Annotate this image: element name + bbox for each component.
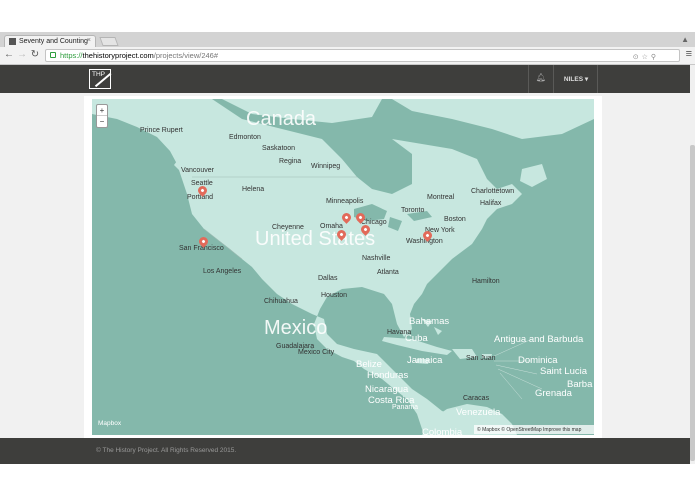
region-label: Colombia bbox=[422, 427, 463, 438]
city-label: Minneapolis bbox=[326, 198, 364, 205]
city-label: Prince Rupert bbox=[140, 127, 183, 134]
zoom-control: + − bbox=[96, 104, 108, 128]
forward-icon[interactable]: → bbox=[16, 49, 28, 60]
user-menu[interactable]: NILES ▾ bbox=[555, 65, 598, 93]
city-label: Nashville bbox=[362, 255, 391, 262]
url-scheme: https:// bbox=[60, 51, 83, 60]
region-label: Jamaica bbox=[407, 355, 443, 366]
region-label: Belize bbox=[356, 359, 382, 370]
zoom-in-button[interactable]: + bbox=[97, 105, 107, 116]
region-label: Venezuela bbox=[456, 407, 501, 418]
country-label-canada: Canada bbox=[246, 108, 317, 130]
back-icon[interactable]: ← bbox=[3, 49, 15, 60]
city-label: Regina bbox=[279, 158, 302, 165]
browser-tab[interactable]: Seventy and Counting × bbox=[4, 35, 96, 47]
menu-icon[interactable]: ≡ bbox=[686, 48, 692, 60]
region-label: Grenada bbox=[535, 388, 572, 399]
city-label: Toronto bbox=[401, 207, 425, 214]
browser-toolbar: ← → ↻ https://thehistoryproject.com/proj… bbox=[0, 47, 695, 65]
copyright-text: © The History Project. All Rights Reserv… bbox=[96, 447, 237, 454]
city-label: Vancouver bbox=[181, 167, 214, 174]
region-label: Panama bbox=[392, 404, 419, 411]
region-label: Dominica bbox=[518, 355, 558, 366]
city-label: San Juan bbox=[466, 355, 496, 362]
city-label: Boston bbox=[444, 216, 466, 223]
region-label: Cuba bbox=[405, 333, 428, 344]
reload-icon[interactable]: ↻ bbox=[29, 49, 41, 60]
map-view[interactable] bbox=[92, 99, 594, 435]
map-land bbox=[92, 99, 594, 435]
city-label: Charlottetown bbox=[471, 188, 515, 195]
browser-window: Seventy and Counting × ▲ ← → ↻ https://t… bbox=[0, 0, 695, 494]
region-label: Honduras bbox=[367, 370, 409, 381]
bell-icon[interactable]: 🔔︎ bbox=[528, 65, 554, 93]
mapbox-logo[interactable]: Mapbox bbox=[98, 420, 121, 427]
city-label: Caracas bbox=[463, 395, 490, 402]
lock-icon bbox=[50, 52, 56, 58]
city-label: Cheyenne bbox=[272, 224, 304, 231]
tab-title: Seventy and Counting bbox=[19, 38, 88, 45]
region-label: Saint Lucia bbox=[540, 366, 588, 377]
city-label: Helena bbox=[242, 186, 265, 193]
city-label: Saskatoon bbox=[262, 145, 296, 152]
map-attribution[interactable]: © Mapbox © OpenStreetMap Improve this ma… bbox=[474, 425, 594, 434]
extension-icons[interactable]: ⊙☆⚲ bbox=[633, 53, 659, 61]
city-label: Edmonton bbox=[229, 134, 261, 141]
address-bar[interactable]: https://thehistoryproject.com/projects/v… bbox=[45, 49, 680, 62]
tab-strip: Seventy and Counting × ▲ bbox=[0, 32, 695, 47]
city-label: Mexico City bbox=[298, 349, 335, 356]
url-host: thehistoryproject.com bbox=[82, 51, 154, 60]
city-label: Atlanta bbox=[377, 269, 399, 276]
city-label: Hamilton bbox=[472, 278, 500, 285]
page-footer: © The History Project. All Rights Reserv… bbox=[0, 438, 690, 464]
city-label: Halifax bbox=[480, 200, 502, 207]
scrollbar-thumb[interactable] bbox=[690, 145, 695, 461]
thp-logo[interactable]: THP bbox=[89, 69, 112, 89]
city-label: Los Angeles bbox=[203, 268, 242, 275]
city-label: Chihuahua bbox=[264, 298, 298, 305]
region-label: Antigua and Barbuda bbox=[494, 334, 584, 345]
city-label: Montreal bbox=[427, 194, 455, 201]
region-label: Bahamas bbox=[409, 316, 450, 327]
close-tab-icon[interactable]: × bbox=[87, 37, 91, 44]
app-header: THP 🔔︎ NILES ▾ bbox=[0, 65, 690, 93]
url-path: /projects/view/246# bbox=[153, 51, 218, 60]
region-label: Nicaragua bbox=[365, 384, 409, 395]
city-label: Winnipeg bbox=[311, 163, 341, 170]
city-label: Houston bbox=[321, 292, 348, 299]
zoom-out-button[interactable]: − bbox=[97, 116, 107, 127]
country-label-united-states: United States bbox=[255, 228, 376, 250]
user-profile-icon[interactable]: ▲ bbox=[681, 35, 689, 44]
new-tab-button[interactable] bbox=[99, 37, 119, 46]
city-label: Dallas bbox=[318, 275, 338, 282]
favicon-icon bbox=[9, 38, 16, 45]
country-label-mexico: Mexico bbox=[264, 317, 328, 339]
